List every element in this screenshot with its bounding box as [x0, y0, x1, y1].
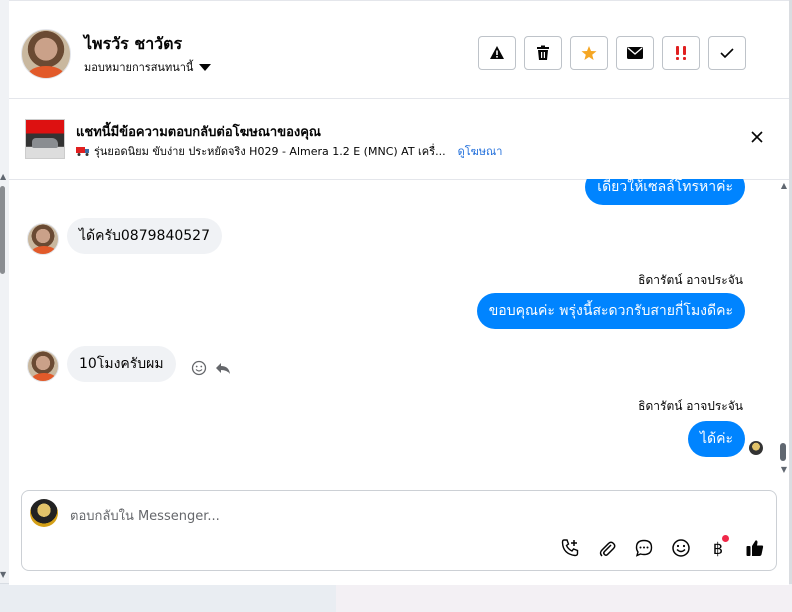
scroll-down-arrow-icon[interactable]: ▼: [0, 570, 6, 579]
mark-unread-button[interactable]: [616, 36, 654, 70]
message-bubble-outgoing[interactable]: ได้ค่ะ: [687, 421, 745, 457]
report-spam-button[interactable]: [478, 36, 516, 70]
view-ad-link[interactable]: ดูโฆษณา: [458, 142, 503, 160]
react-emoji-icon[interactable]: [191, 360, 207, 376]
star-button[interactable]: [570, 36, 608, 70]
message-bubble-outgoing[interactable]: เดี๋ยวให้เซลล์โทรหาค่ะ: [585, 179, 745, 205]
my-avatar: [30, 499, 58, 527]
header-actions: [478, 36, 746, 70]
ad-banner-subtitle: รุ่นยอดนิยม ขับง่าย ประหยัดจริง H029 - A…: [76, 142, 502, 160]
saved-replies-button[interactable]: [633, 537, 655, 559]
seen-indicator-avatar: [749, 441, 763, 455]
warning-icon: [490, 46, 504, 59]
emoji-button[interactable]: [670, 537, 692, 559]
double-exclamation-icon: [676, 46, 686, 60]
reply-input[interactable]: ตอบกลับใน Messenger...: [70, 505, 220, 526]
sender-name: ธิดารัตน์ อาจประจัน: [638, 273, 743, 287]
conversation-panel: ไพรวัร ชาวัตร มอบหมายการสนทนานี้ แชทนี้ม…: [9, 0, 789, 585]
delete-button[interactable]: [524, 36, 562, 70]
attach-button[interactable]: [596, 537, 618, 559]
assign-label: มอบหมายการสนทนานี้: [84, 61, 194, 74]
message-bubble-incoming[interactable]: ได้ครับ0879840527: [67, 218, 222, 254]
chevron-down-icon: [199, 63, 212, 71]
mark-important-button[interactable]: [662, 36, 700, 70]
bottom-strip-tail: [336, 584, 792, 612]
bottom-strip: [0, 583, 792, 612]
contact-avatar[interactable]: [21, 29, 71, 79]
reply-composer: ตอบกลับใน Messenger... ฿: [21, 490, 777, 571]
mark-done-button[interactable]: [708, 36, 746, 70]
sender-name: ธิดารัตน์ อาจประจัน: [638, 399, 743, 413]
reply-icon[interactable]: [215, 360, 231, 376]
baht-icon: ฿: [712, 538, 724, 558]
like-button[interactable]: [744, 537, 766, 559]
assign-conversation-dropdown[interactable]: มอบหมายการสนทนานี้: [84, 58, 212, 76]
paperclip-icon: [599, 541, 616, 557]
message-actions: [191, 360, 231, 376]
scroll-up-arrow-icon[interactable]: ▲: [0, 172, 6, 181]
composer-tools: ฿: [559, 535, 766, 559]
ad-reply-banner: แชทนี้มีข้อความตอบกลับต่อโฆษณาของคุณ รุ่…: [9, 99, 789, 180]
ad-description: รุ่นยอดนิยม ขับง่าย ประหยัดจริง H029 - A…: [94, 145, 446, 158]
trash-icon: [537, 45, 549, 60]
conversation-header: ไพรวัร ชาวัตร มอบหมายการสนทนานี้: [9, 9, 789, 99]
scroll-up-arrow-icon[interactable]: ▲: [781, 181, 787, 190]
payment-button[interactable]: ฿: [707, 535, 729, 559]
ad-banner-title: แชทนี้มีข้อความตอบกลับต่อโฆษณาของคุณ: [76, 125, 321, 140]
chat-bubble-icon: [635, 539, 653, 557]
truck-icon: [76, 147, 89, 156]
envelope-icon: [627, 47, 643, 59]
message-bubble-incoming[interactable]: 10โมงครับผม: [67, 346, 176, 382]
call-add-button[interactable]: [559, 537, 581, 559]
close-icon: [751, 131, 763, 143]
message-scroll-thumb[interactable]: [780, 443, 786, 461]
thumbs-up-icon: [746, 540, 764, 556]
contact-name[interactable]: ไพรวัร ชาวัตร: [84, 32, 182, 57]
left-scroll-thumb[interactable]: [0, 186, 5, 274]
message-list[interactable]: เดี๋ยวให้เซลล์โทรหาค่ะ ได้ครับ0879840527…: [9, 179, 789, 489]
notification-dot: [722, 535, 729, 542]
message-bubble-outgoing[interactable]: ขอบคุณค่ะ พรุ่งนี้สะดวกรับสายกี่โมงดีคะ: [476, 293, 745, 329]
ad-thumbnail[interactable]: [25, 119, 65, 159]
emoji-icon: [672, 539, 690, 557]
close-banner-button[interactable]: [747, 127, 767, 147]
scroll-down-arrow-icon[interactable]: ▼: [781, 465, 787, 474]
contact-avatar-small: [27, 350, 59, 382]
call-add-icon: [561, 539, 579, 557]
contact-avatar-small: [27, 223, 59, 255]
star-icon: [581, 46, 597, 60]
check-icon: [720, 48, 734, 59]
